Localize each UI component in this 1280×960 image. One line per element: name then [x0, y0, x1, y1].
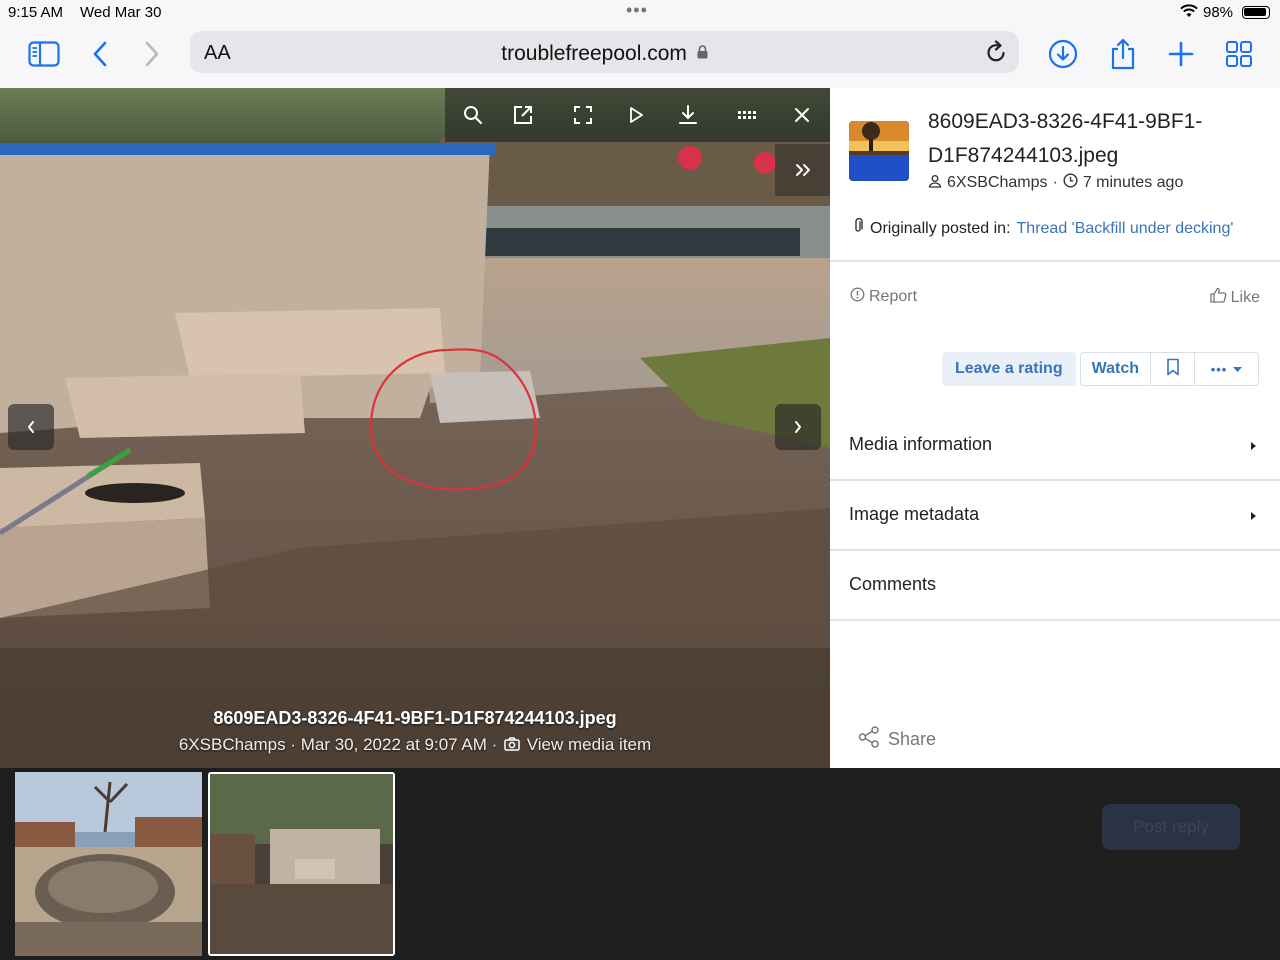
lock-icon: [697, 41, 708, 65]
view-media-item-link[interactable]: View media item: [527, 735, 651, 754]
media-title: 8609EAD3-8326-4F41-9BF1-D1F874244103.jpe…: [928, 110, 1203, 167]
back-icon[interactable]: [80, 36, 120, 72]
camera-icon: [504, 736, 520, 756]
close-icon[interactable]: [789, 102, 815, 128]
caption-meta: 6XSBChamps · Mar 30, 2022 at 9:07 AM · V…: [178, 735, 652, 756]
watch-button[interactable]: Watch: [1079, 352, 1152, 386]
download-icon[interactable]: [675, 102, 701, 128]
wifi-icon: [1180, 4, 1198, 22]
thumbnail-backfill-current[interactable]: [208, 772, 395, 956]
status-time: 9:15 AM: [8, 4, 64, 21]
media-thumbnail[interactable]: [849, 121, 909, 181]
user-icon: [928, 174, 942, 193]
lightbox-viewer: 8609EAD3-8326-4F41-9BF1-D1F874244103.jpe…: [0, 88, 830, 768]
alert-circle-icon: [850, 287, 865, 307]
sidebar-toggle-icon[interactable]: [24, 36, 64, 72]
byline-separator: ·: [1052, 174, 1058, 191]
thumbs-up-icon: [1209, 287, 1227, 308]
originally-posted: Originally posted in: Thread 'Backfill u…: [852, 217, 1234, 239]
caption-filename: 8609EAD3-8326-4F41-9BF1-D1F874244103.jpe…: [213, 708, 617, 728]
fullscreen-icon[interactable]: [570, 102, 596, 128]
post-reply-button-dimmed: Post reply: [1102, 804, 1240, 850]
share-icon[interactable]: [1103, 36, 1143, 72]
thumbnails-icon[interactable]: [735, 102, 761, 128]
url-text: troublefreepool.com: [190, 41, 1019, 66]
comments-heading: Comments: [849, 574, 937, 594]
media-info-sidebar: 8609EAD3-8326-4F41-9BF1-D1F874244103.jpe…: [830, 88, 1280, 768]
bookmark-button[interactable]: [1151, 352, 1196, 386]
thumbnail-strip: [0, 768, 1280, 960]
divider: [830, 260, 1280, 262]
action-buttons: Leave a rating Watch •••: [942, 352, 1260, 386]
report-label: Report: [869, 288, 918, 305]
photo-backfill-stairs: [0, 88, 830, 768]
slideshow-play-icon[interactable]: [623, 102, 649, 128]
next-image-button[interactable]: [775, 404, 821, 450]
new-tab-icon[interactable]: [1161, 36, 1201, 72]
share-nodes-icon: [858, 726, 880, 753]
leave-rating-button[interactable]: Leave a rating: [942, 352, 1076, 386]
status-bar: 9:15 AM Wed Mar 30 ••• 98%: [0, 0, 1280, 26]
viewer-toolbar: [445, 88, 830, 142]
like-button[interactable]: Like: [1209, 287, 1260, 308]
posted-label: Originally posted in:: [870, 219, 1011, 237]
clock-icon: [1063, 173, 1078, 193]
battery-percent: 98%: [1203, 4, 1234, 21]
address-bar[interactable]: AA troublefreepool.com: [190, 31, 1019, 73]
paperclip-icon: [852, 217, 864, 239]
forward-icon[interactable]: [132, 36, 172, 72]
thread-link[interactable]: Thread 'Backfill under decking': [1017, 220, 1234, 238]
tabs-overview-icon[interactable]: [1219, 36, 1259, 72]
time-ago: 7 minutes ago: [1082, 174, 1184, 191]
image-caption: 8609EAD3-8326-4F41-9BF1-D1F874244103.jpe…: [0, 708, 830, 756]
share-label: Share: [888, 729, 937, 749]
status-date: Wed Mar 30: [80, 4, 162, 21]
battery-icon: [1242, 6, 1270, 19]
chevron-right-icon[interactable]: [1251, 442, 1256, 450]
divider: [830, 479, 1280, 481]
divider: [830, 619, 1280, 621]
zoom-icon[interactable]: [460, 102, 486, 128]
chevron-right-icon[interactable]: [1251, 512, 1256, 520]
share-button[interactable]: Share: [858, 726, 936, 753]
more-options-button[interactable]: •••: [1195, 352, 1260, 386]
thumbnail-pool-construction[interactable]: [15, 772, 202, 956]
image-metadata-toggle[interactable]: Image metadata: [849, 504, 979, 525]
caret-down-icon: [1233, 360, 1243, 378]
open-external-icon[interactable]: [510, 102, 536, 128]
downloads-icon[interactable]: [1043, 36, 1083, 72]
divider: [830, 549, 1280, 551]
bookmark-icon: [1166, 358, 1180, 381]
byline: 6XSBChamps · 7 minutes ago: [928, 173, 1183, 193]
previous-image-button[interactable]: [8, 404, 54, 450]
reload-icon[interactable]: [985, 40, 1007, 69]
expand-sidebar-icon[interactable]: [775, 144, 830, 196]
media-information-toggle[interactable]: Media information: [849, 434, 992, 455]
more-dots: •••: [1210, 361, 1228, 377]
author-link[interactable]: 6XSBChamps: [947, 174, 1048, 192]
like-label: Like: [1230, 288, 1260, 306]
multitask-dots-icon[interactable]: •••: [626, 0, 648, 21]
browser-toolbar: AA troublefreepool.com: [0, 26, 1280, 89]
report-button[interactable]: Report: [850, 287, 917, 307]
